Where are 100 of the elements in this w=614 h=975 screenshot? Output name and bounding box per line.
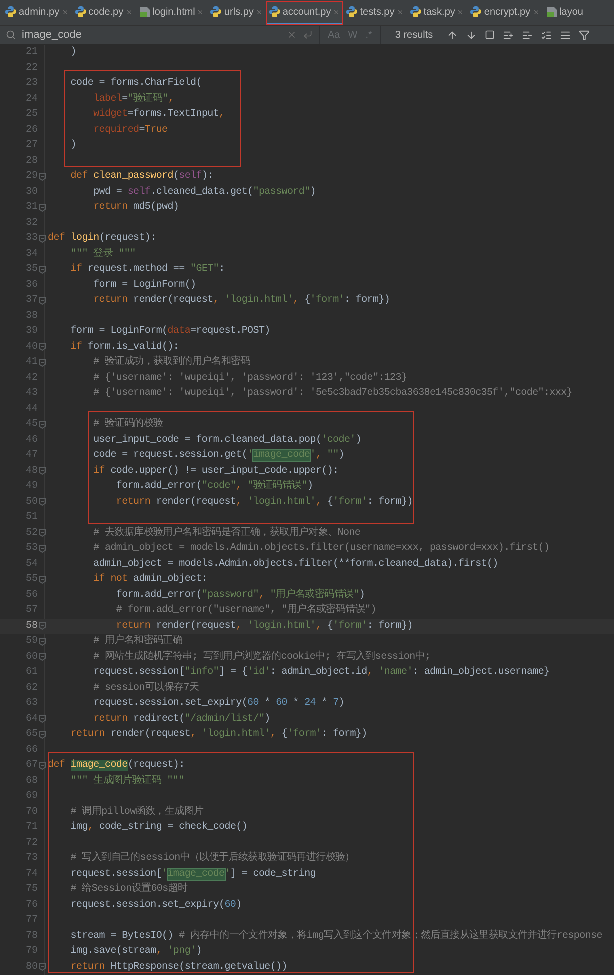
line-number: 65 xyxy=(24,728,38,742)
fold-icon[interactable] xyxy=(39,266,46,274)
fold-icon[interactable] xyxy=(39,529,46,538)
python-file-icon xyxy=(210,6,222,18)
fold-icon[interactable] xyxy=(39,343,46,352)
fold-icon[interactable] xyxy=(39,234,46,243)
code-line: # {'username': 'wupeiqi', 'password': '123',"code":123} xyxy=(92,372,408,386)
fold-icon[interactable] xyxy=(39,638,46,646)
line-number: 41 xyxy=(24,356,38,370)
code-line: stream = BytesIO() # 内存中的一个文件对象，将img写入到这个文件对象；然后直接从这里获取文件并进行response xyxy=(70,928,602,944)
line-number: 46 xyxy=(24,434,38,448)
line-number: 67 xyxy=(24,759,38,774)
file-tab[interactable]: tests.py xyxy=(343,1,407,25)
file-tab[interactable]: task.py xyxy=(406,1,468,25)
code-line: def clean_password(self): xyxy=(70,170,214,184)
line-number: 66 xyxy=(24,744,38,758)
file-tab[interactable]: encrypt.py xyxy=(467,1,543,25)
fold-icon[interactable] xyxy=(39,467,46,476)
fold-icon[interactable] xyxy=(39,762,46,770)
code-line: # form.add_error("username", "用户名或密码错误") xyxy=(115,603,376,618)
window-icon[interactable] xyxy=(485,30,496,40)
add-occurrence-icon[interactable] xyxy=(503,30,514,40)
newline-icon[interactable] xyxy=(303,30,313,40)
fold-icon[interactable] xyxy=(39,653,46,662)
lines-icon[interactable] xyxy=(560,30,572,40)
line-number: 43 xyxy=(24,387,38,402)
line-number: 63 xyxy=(24,697,38,712)
close-icon[interactable] xyxy=(197,8,204,16)
line-number: 52 xyxy=(24,526,38,541)
results-count: 3 results xyxy=(395,28,434,42)
python-file-icon xyxy=(470,6,482,18)
fold-icon[interactable] xyxy=(39,498,46,506)
code-line: user_input_code = form.cleaned_data.pop('code') xyxy=(92,434,362,448)
line-number: 76 xyxy=(24,898,38,913)
line-number: 68 xyxy=(24,774,38,789)
line-number: 37 xyxy=(24,294,38,308)
code-line: # 给Session设置60s超时 xyxy=(70,882,188,897)
fold-icon[interactable] xyxy=(39,622,46,630)
code-line: # session可以保存7天 xyxy=(92,680,200,696)
close-icon[interactable] xyxy=(532,8,540,16)
code-line: code = forms.CharField( xyxy=(70,76,202,91)
python-file-icon xyxy=(346,6,358,18)
fold-icon[interactable] xyxy=(39,296,46,305)
fold-icon[interactable] xyxy=(39,963,46,972)
line-number: 21 xyxy=(24,46,38,60)
line-number: 55 xyxy=(24,573,38,588)
clear-icon[interactable] xyxy=(287,30,297,40)
fold-icon[interactable] xyxy=(39,358,46,367)
line-number: 25 xyxy=(24,108,38,122)
remove-occurrence-icon[interactable] xyxy=(522,30,534,40)
line-number: 64 xyxy=(24,712,38,727)
previous-icon[interactable] xyxy=(447,30,458,40)
code-line: return redirect("/admin/list/") xyxy=(92,712,270,726)
fold-icon[interactable] xyxy=(39,715,46,724)
next-icon[interactable] xyxy=(466,30,478,40)
line-number: 80 xyxy=(24,960,38,975)
line-number: 30 xyxy=(24,186,38,200)
filter-icon[interactable] xyxy=(579,30,590,40)
line-number: 49 xyxy=(24,480,38,494)
close-icon[interactable] xyxy=(62,8,69,16)
search-field[interactable]: image_code xyxy=(0,26,320,44)
code-line: form.add_error("password", "用户名或密码错误") xyxy=(115,588,366,602)
close-icon[interactable] xyxy=(396,8,404,16)
file-tab[interactable]: code.py xyxy=(72,1,136,25)
line-number: 71 xyxy=(24,821,38,836)
file-tab[interactable]: account.py xyxy=(266,1,344,25)
fold-icon[interactable] xyxy=(39,172,46,181)
file-tab[interactable]: layou xyxy=(542,1,586,25)
fold-icon[interactable] xyxy=(39,544,46,553)
code-line: """ 生成图片验证码 """ xyxy=(70,774,184,788)
close-icon[interactable] xyxy=(457,8,464,16)
fold-icon[interactable] xyxy=(39,730,46,739)
close-icon[interactable] xyxy=(256,8,263,16)
close-icon[interactable] xyxy=(126,8,133,16)
code-line: # 网站生成随机字符串; 写到用户浏览器的cookie中; 在写入到session中; xyxy=(92,650,431,664)
line-number: 75 xyxy=(24,883,38,898)
file-tab[interactable]: login.html xyxy=(136,1,208,25)
select-all-icon[interactable] xyxy=(541,30,552,40)
code-line: if code.upper() != user_input_code.upper(): xyxy=(92,464,339,478)
line-number: 56 xyxy=(24,588,38,603)
code-line: # 调用pillow函数，生成图片 xyxy=(70,804,204,820)
fold-icon[interactable] xyxy=(39,576,46,584)
fold-icon[interactable] xyxy=(39,420,46,429)
code-line: def image_code(request): xyxy=(48,758,185,773)
line-number: 34 xyxy=(24,248,38,262)
code-line: request.session.set_expiry(60) xyxy=(70,898,242,912)
line-number: 61 xyxy=(24,666,38,680)
fold-icon[interactable] xyxy=(39,204,46,212)
line-number: 31 xyxy=(24,201,38,216)
file-tab[interactable]: admin.py xyxy=(2,1,72,25)
line-number: 45 xyxy=(24,418,38,432)
file-tab[interactable]: urls.py xyxy=(207,1,266,25)
close-icon[interactable] xyxy=(333,8,340,16)
html-file-icon xyxy=(546,6,558,18)
line-number: 58 xyxy=(24,620,38,634)
line-number: 74 xyxy=(24,868,38,882)
code-line: img, code_string = check_code() xyxy=(70,820,248,835)
code-line: if not admin_object: xyxy=(92,572,208,587)
code-line: form = LoginForm() xyxy=(92,278,196,292)
code-line: return HttpResponse(stream.getvalue()) xyxy=(70,960,288,974)
